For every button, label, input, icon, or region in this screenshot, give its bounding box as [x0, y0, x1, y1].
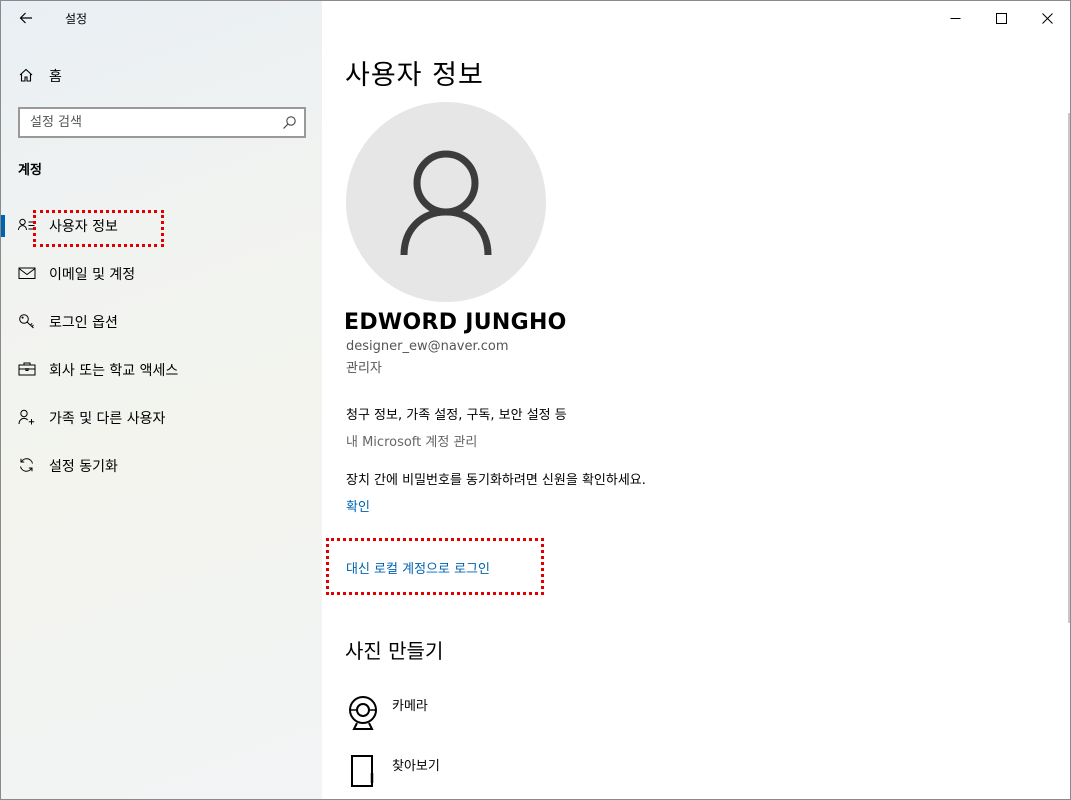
sync-icon [20, 458, 33, 472]
sidebar-item-work-school[interactable]: 회사 또는 학교 액세스 [1, 345, 322, 393]
sync-description: 장치 간에 비밀번호를 동기화하려면 신원을 확인하세요. [346, 473, 646, 488]
photo-option-camera[interactable]: 카메라 [346, 693, 646, 737]
sidebar-item-family-users[interactable]: 가족 및 다른 사용자 [1, 393, 322, 441]
camera-icon [349, 696, 377, 730]
photo-option-label: 찾아보기 [392, 759, 440, 774]
mail-icon [18, 267, 36, 279]
back-arrow-icon [19, 12, 32, 24]
settings-window: 설정 홈 계정 사용자 정보 이메일 및 계정 로그인 옵션 [0, 0, 1071, 800]
billing-description: 청구 정보, 가족 설정, 구독, 보안 설정 등 [346, 408, 567, 423]
home-label: 홈 [49, 69, 62, 85]
scrollbar[interactable] [1068, 113, 1070, 623]
title-bar: 설정 [1, 1, 322, 35]
person-add-icon [18, 409, 35, 425]
local-account-signin-link[interactable]: 대신 로컬 계정으로 로그인 [346, 558, 490, 577]
user-email: designer_ew@naver.com [346, 339, 509, 354]
search-box[interactable] [18, 107, 306, 138]
user-role: 관리자 [346, 361, 382, 376]
manage-account-link[interactable]: 내 Microsoft 계정 관리 [346, 431, 477, 450]
sidebar-item-home[interactable]: 홈 [1, 59, 322, 91]
user-avatar-icon [400, 150, 492, 256]
main-content: 사용자 정보 EDWORD JUNGHO designer_ew@naver.c… [322, 1, 1070, 799]
sidebar-item-label: 이메일 및 계정 [49, 267, 136, 283]
sidebar: 설정 홈 계정 사용자 정보 이메일 및 계정 로그인 옵션 [1, 1, 322, 799]
home-icon [19, 68, 33, 82]
sidebar-item-user-info[interactable]: 사용자 정보 [1, 201, 322, 249]
key-icon [19, 314, 34, 329]
user-info-icon [18, 218, 35, 231]
page-title: 사용자 정보 [345, 60, 484, 91]
sidebar-item-label: 사용자 정보 [49, 219, 118, 235]
photo-option-label: 카메라 [392, 699, 428, 714]
sidebar-nav: 사용자 정보 이메일 및 계정 로그인 옵션 회사 또는 학교 액세스 가족 및… [1, 201, 322, 489]
search-input[interactable] [20, 109, 270, 136]
photo-option-browse[interactable]: 찾아보기 [346, 753, 646, 797]
app-title: 설정 [65, 12, 88, 26]
sidebar-item-signin-options[interactable]: 로그인 옵션 [1, 297, 322, 345]
sidebar-item-label: 회사 또는 학교 액세스 [49, 363, 179, 379]
sidebar-item-email-accounts[interactable]: 이메일 및 계정 [1, 249, 322, 297]
sidebar-item-label: 가족 및 다른 사용자 [49, 411, 166, 427]
back-button[interactable] [14, 6, 38, 30]
sidebar-item-sync-settings[interactable]: 설정 동기화 [1, 441, 322, 489]
confirm-link[interactable]: 확인 [346, 496, 370, 515]
section-heading-accounts: 계정 [18, 163, 42, 178]
sidebar-item-label: 설정 동기화 [49, 459, 118, 475]
photo-section-title: 사진 만들기 [345, 639, 444, 663]
sidebar-item-label: 로그인 옵션 [49, 315, 118, 331]
browse-icon [351, 755, 374, 787]
search-icon[interactable] [282, 115, 297, 130]
user-name: EDWORD JUNGHO [344, 310, 567, 335]
avatar [346, 102, 546, 302]
briefcase-icon [18, 362, 36, 376]
